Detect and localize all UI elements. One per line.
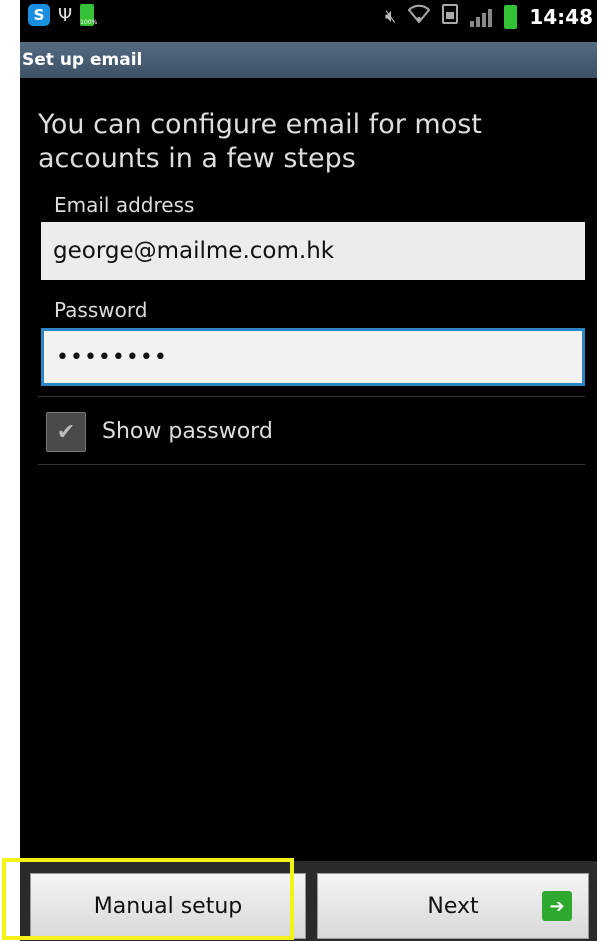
page-title: Set up email xyxy=(20,42,597,78)
battery-icon xyxy=(504,4,518,29)
manual-setup-label: Manual setup xyxy=(93,893,243,919)
email-field[interactable]: george@mailme.com.hk xyxy=(41,222,585,280)
checkmark-icon: ✔ xyxy=(56,419,76,445)
status-bar: S Ψ 100% 🔇︎ 14:48 xyxy=(20,0,597,32)
arrow-right-icon: ➔ xyxy=(542,891,572,921)
bottom-button-bar: Manual setup Next ➔ xyxy=(20,861,597,941)
manual-setup-button[interactable]: Manual setup xyxy=(30,873,306,939)
mute-icon: 🔇︎ xyxy=(384,6,397,27)
wifi-icon xyxy=(407,4,431,29)
sim-icon xyxy=(442,4,459,29)
phone-screen: S Ψ 100% 🔇︎ 14:48 Set up email You can c… xyxy=(20,0,597,941)
show-password-label[interactable]: Show password xyxy=(102,419,273,444)
usb-icon: Ψ xyxy=(58,4,73,26)
intro-text: You can configure email for most account… xyxy=(38,109,482,174)
show-password-checkbox[interactable]: ✔ xyxy=(46,412,86,452)
status-bar-right: 🔇︎ 14:48 xyxy=(385,4,593,29)
battery-icon: 100% xyxy=(80,4,98,26)
clock: 14:48 xyxy=(529,4,593,29)
next-button[interactable]: Next ➔ xyxy=(317,873,589,939)
status-bar-left: S Ψ 100% xyxy=(28,4,98,26)
password-label: Password xyxy=(54,298,148,322)
password-field[interactable]: •••••••• xyxy=(41,328,585,386)
next-label: Next xyxy=(427,893,479,919)
skype-icon: S xyxy=(28,4,50,26)
battery-label: 100% xyxy=(80,19,98,26)
signal-icon xyxy=(470,7,493,27)
email-label: Email address xyxy=(54,193,195,217)
divider xyxy=(38,396,585,397)
divider xyxy=(38,464,585,465)
